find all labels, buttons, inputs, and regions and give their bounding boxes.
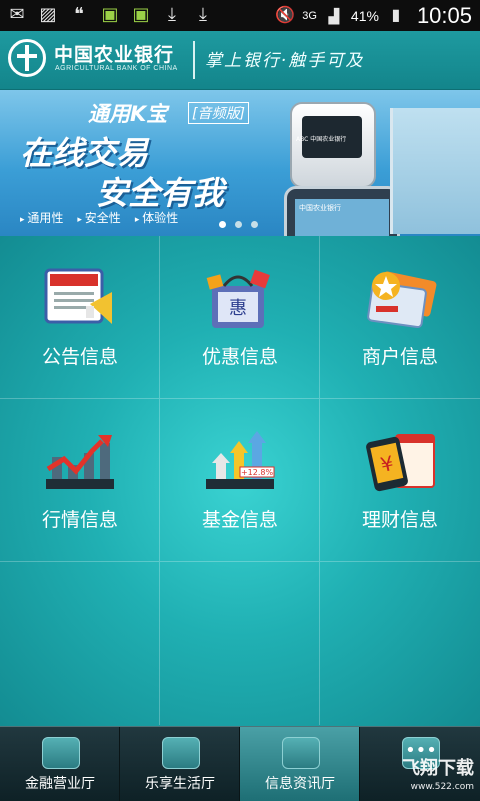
grid-item-label: 公告信息 [41,346,118,368]
banner-feature: 体验性 [135,209,178,226]
laptop-image [390,108,480,234]
system-indicators: 🔇 3G ▟ 41% ▮ 10:05 [274,3,472,29]
banner-dot[interactable] [235,221,242,228]
watermark: 飞翔下载 www.522.com [402,760,474,796]
grid-item-label: 优惠信息 [201,346,278,368]
device-label: ABC 中国农业银行 [296,136,347,143]
tab-label: 金融营业厅 [25,776,95,792]
network-type: 3G [302,10,317,22]
signal-icon: ▟ [328,8,340,24]
android-icon: ▣ [101,4,119,25]
grid-item-market[interactable]: 行情信息 [0,399,160,562]
bank-name: 中国农业银行 [54,44,175,66]
fund-badge: +12.8% [241,468,274,477]
info-grid: 公告信息 惠 优惠信息 商户信息 行情信息 +12.8% 基金信息 ¥ 理财信息 [0,236,480,726]
mute-icon: 🔇 [275,7,296,24]
grid-item-label: 行情信息 [41,509,118,531]
tab-financial-hall[interactable]: 金融营业厅 [0,727,120,801]
download-icon: ⤓ [199,4,207,25]
watermark-title: 飞翔下载 [402,758,474,779]
grid-item-label: 基金信息 [201,509,278,531]
grid-empty-cell [160,562,320,725]
tab-lifestyle-hall[interactable]: 乐享生活厅 [120,727,240,801]
mail-icon: ✉ [9,4,25,25]
banner-product: 通用K宝 [88,102,168,126]
discount-bag-icon: 惠 [206,269,270,328]
android-icon: ▣ [132,4,150,25]
tab-label: 信息资讯厅 [265,776,335,792]
grid-item-discount[interactable]: 惠 优惠信息 [160,236,320,399]
grid-item-label: 商户信息 [361,346,438,368]
banner-pagination[interactable] [219,221,258,228]
tab-info-hall[interactable]: 信息资讯厅 [240,727,360,801]
slogan: 掌上银行·触手可及 [205,51,365,71]
download-icon: ⤓ [168,4,176,25]
banner-feature: 安全性 [77,209,121,226]
header-divider [193,41,195,79]
clock: 10:05 [416,3,472,28]
notification-icons: ✉ ▨ ❝ ▣ ▣ ⤓ ⤓ [6,4,214,26]
merchant-card-icon [367,271,437,329]
banner-feature: 通用性 [20,209,63,226]
fund-growth-icon: +12.8% [206,431,275,489]
banner-dot[interactable] [251,221,258,228]
grid-item-announcement[interactable]: 公告信息 [0,236,160,399]
grid-item-merchant[interactable]: 商户信息 [320,236,480,399]
news-icon [282,737,320,769]
phone-image: 中国农业银行 [284,186,400,236]
briefcase-icon [42,737,80,769]
battery-percent: 41% [350,8,379,24]
app-header: 中国农业银行 AGRICULTURAL BANK OF CHINA 掌上银行·触… [0,31,480,90]
svg-text:惠: 惠 [229,298,247,319]
k-bao-device-image: ABC 中国农业银行 [290,102,376,188]
promo-banner[interactable]: 通用K宝 [音频版] 在线交易 安全有我 通用性 安全性 体验性 ABC 中国农… [0,90,480,236]
coffee-icon [162,737,200,769]
grid-item-fund[interactable]: +12.8% 基金信息 [160,399,320,562]
banner-dot[interactable] [219,221,226,228]
market-chart-icon [46,435,114,489]
bank-name-english: AGRICULTURAL BANK OF CHINA [55,65,178,72]
tab-label: 乐享生活厅 [145,776,215,792]
status-bar: ✉ ▨ ❝ ▣ ▣ ⤓ ⤓ 🔇 3G ▟ 41% ▮ 10:05 [0,0,480,31]
grid-empty-cell [320,562,480,725]
phone-label: 中国农业银行 [299,204,341,212]
grid-empty-cell [0,562,160,725]
battery-icon: ▮ [391,7,401,24]
announcement-board-icon [44,268,112,324]
image-icon: ▨ [39,4,57,25]
banner-headline-2: 安全有我 [96,174,225,212]
abc-logo-icon [8,39,46,77]
wealth-phone-icon: ¥ [366,434,435,492]
grid-item-label: 理财信息 [361,509,438,531]
banner-product-tag: [音频版] [188,102,249,124]
banner-features: 通用性 安全性 体验性 [20,209,178,226]
grid-item-wealth[interactable]: ¥ 理财信息 [320,399,480,562]
quote-icon: ❝ [74,4,84,25]
watermark-url: www.522.com [410,782,474,792]
